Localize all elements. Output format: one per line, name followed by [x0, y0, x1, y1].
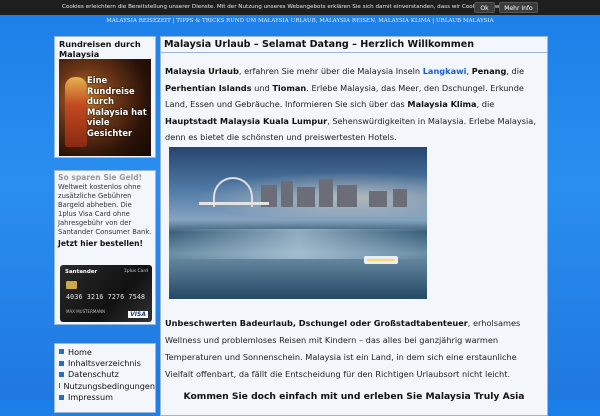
- square-bullet-icon: [59, 349, 64, 355]
- second-paragraph-lead: Unbeschwerten Badeurlaub, Dschungel oder…: [165, 318, 468, 328]
- city-waterfront-photo: [169, 147, 427, 299]
- langkawi-link[interactable]: Langkawi: [423, 66, 467, 76]
- nav-item-label: Impressum: [68, 392, 113, 403]
- building: [369, 191, 387, 207]
- sidebar-tours-box: Rundreisen durch Malaysia Eine Rundreise…: [54, 36, 156, 158]
- sidebar-nav-box: Home Inhaltsverzeichnis Datenschutz Nutz…: [54, 343, 156, 413]
- intro-keyword: Tioman: [272, 82, 307, 93]
- card-holder-name: MAX MUSTERMANN: [66, 309, 106, 314]
- building: [319, 179, 333, 207]
- sidebar-promo-box: So sparen Sie Geld! Weltweit kostenlos o…: [54, 170, 156, 325]
- card-chip-icon: [66, 281, 77, 289]
- promo-title: So sparen Sie Geld!: [58, 173, 143, 182]
- intro-text: und: [251, 82, 273, 93]
- intro-keyword: Hauptstadt Malaysia Kuala Lumpur: [165, 115, 328, 126]
- intro-keyword: Perhentian Islands: [165, 82, 252, 93]
- card-brand: Santander: [65, 269, 98, 275]
- bridge-deck: [199, 202, 269, 205]
- cookie-ok-button[interactable]: Ok: [474, 2, 495, 13]
- truly-asia-heading: Kommen Sie doch einfach mit und erleben …: [183, 391, 525, 402]
- nav-item-contents[interactable]: Inhaltsverzeichnis: [55, 357, 155, 368]
- intro-text: , erfahren Sie mehr über die Malaysia In…: [238, 66, 423, 76]
- building: [337, 185, 357, 207]
- intro-text: , die: [506, 66, 525, 76]
- building: [281, 181, 293, 207]
- nav-item-label: Home: [68, 346, 92, 357]
- top-navigation[interactable]: MALAYSIA REISEZEIT | TIPPS & TRICKS RUND…: [0, 15, 600, 27]
- page-title: Malaysia Urlaub – Selamat Datang – Herzl…: [161, 37, 547, 53]
- card-number: 4036 3216 7276 7548: [66, 293, 146, 301]
- credit-card-image[interactable]: Santander 1plus Card 4036 3216 7276 7548…: [60, 265, 152, 322]
- tours-banner-text: Eine Rundreise durch Malaysia hat viele …: [87, 75, 147, 138]
- square-bullet-icon: [59, 383, 60, 389]
- nav-item-label: Datenschutz: [68, 369, 119, 380]
- intro-keyword: Penang: [471, 66, 507, 76]
- promo-body: Weltweit kostenlos ohne zusätzliche Gebü…: [58, 183, 152, 236]
- building: [393, 189, 407, 207]
- promo-order-link[interactable]: Jetzt hier bestellen!: [55, 237, 155, 248]
- nav-item-terms[interactable]: Nutzungsbedingungen: [55, 380, 155, 391]
- second-paragraph: Unbeschwerten Badeurlaub, Dschungel oder…: [165, 315, 543, 383]
- nav-item-privacy[interactable]: Datenschutz: [55, 369, 155, 380]
- nav-item-imprint[interactable]: Impressum: [55, 392, 155, 403]
- nav-item-home[interactable]: Home: [55, 346, 155, 357]
- square-bullet-icon: [59, 394, 64, 400]
- cookie-notice-text: Cookies erleichtern die Bereitstellung u…: [62, 4, 519, 10]
- cookie-bar: Cookies erleichtern die Bereitstellung u…: [0, 0, 600, 15]
- square-bullet-icon: [59, 371, 64, 377]
- nav-item-label: Nutzungsbedingungen: [63, 380, 156, 391]
- square-bullet-icon: [59, 360, 64, 366]
- intro-paragraph: Malaysia Urlaub, erfahren Sie mehr über …: [165, 63, 543, 146]
- main-content: Malaysia Urlaub – Selamat Datang – Herzl…: [160, 36, 548, 416]
- nav-item-label: Inhaltsverzeichnis: [68, 358, 141, 369]
- sidebar-nav-list: Home Inhaltsverzeichnis Datenschutz Nutz…: [55, 344, 155, 403]
- cookie-more-info-button[interactable]: Mehr Info: [499, 2, 538, 13]
- intro-text: , die: [476, 99, 495, 109]
- intro-keyword: Malaysia Urlaub: [165, 66, 239, 76]
- building: [297, 187, 315, 207]
- intro-keyword: Malaysia Klima: [407, 99, 477, 109]
- tours-banner-image[interactable]: Eine Rundreise durch Malaysia hat viele …: [59, 59, 151, 156]
- dancer-figure-image: [65, 77, 87, 147]
- sidebar-tours-title: Rundreisen durch Malaysia: [59, 39, 141, 59]
- visa-logo: VISA: [128, 311, 148, 318]
- card-type: 1plus Card: [123, 269, 148, 274]
- water-reflection: [169, 229, 427, 259]
- boat-lights: [367, 259, 395, 261]
